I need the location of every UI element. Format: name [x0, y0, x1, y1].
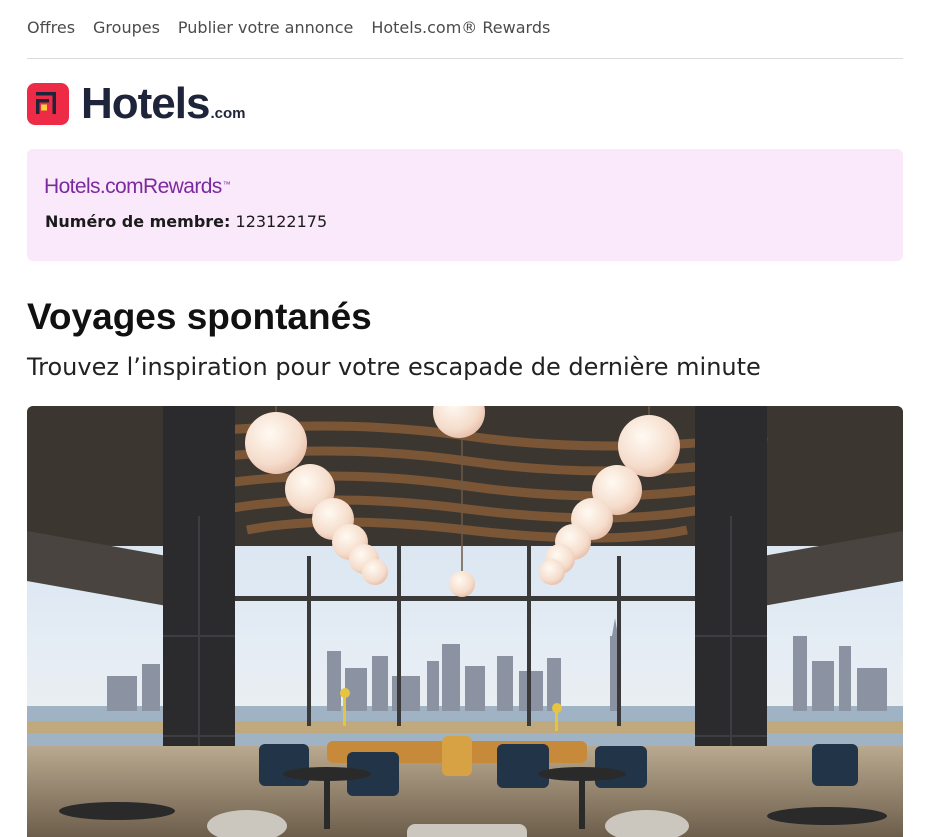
hotels-logo-icon [27, 83, 69, 125]
member-number-value: 123122175 [235, 212, 328, 231]
page-subtitle: Trouvez l’inspiration pour votre escapad… [27, 353, 761, 381]
top-navigation: Offres Groupes Publier votre annonce Hot… [27, 17, 903, 59]
rewards-logo: Hotels.comRewards™ [44, 175, 231, 198]
brand-logo[interactable]: Hotels .com [27, 82, 246, 126]
email-page: Offres Groupes Publier votre annonce Hot… [0, 0, 929, 837]
rewards-card: Hotels.comRewards™ Numéro de membre: 123… [27, 149, 903, 261]
page-title: Voyages spontanés [27, 296, 372, 337]
member-number-row: Numéro de membre: 123122175 [45, 212, 327, 232]
member-number-label: Numéro de membre: [45, 212, 231, 231]
nav-publier-annonce[interactable]: Publier votre annonce [178, 17, 353, 39]
brand-name: Hotels [81, 79, 210, 128]
brand-suffix: .com [210, 104, 246, 122]
nav-offres[interactable]: Offres [27, 17, 75, 39]
rooftop-restaurant-photo [27, 406, 903, 837]
hero-image[interactable] [27, 406, 903, 837]
nav-rewards[interactable]: Hotels.com® Rewards [371, 17, 550, 39]
nav-groupes[interactable]: Groupes [93, 17, 160, 39]
